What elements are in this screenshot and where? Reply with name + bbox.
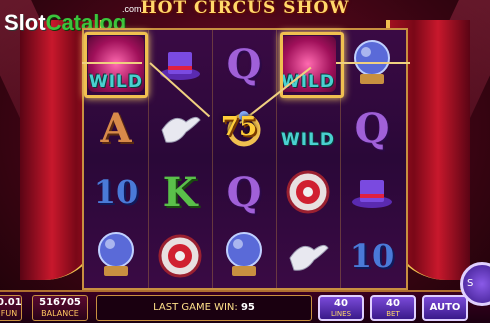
reel-5: Q 10	[340, 30, 404, 288]
bet-button[interactable]: 40 BET	[370, 295, 416, 321]
last-game-display: LAST GAME WIN: 95	[96, 295, 312, 321]
symbol-q: Q	[212, 160, 276, 224]
symbol-text: K	[162, 168, 198, 216]
crystal-ball-icon	[340, 32, 404, 96]
game-stage: HOT CIRCUS SHOW SlotCatalog .com WILD A …	[0, 0, 490, 323]
denomination-value: 0.01	[0, 297, 22, 308]
crystal-ball-icon	[84, 224, 148, 288]
lines-label: LINES	[330, 310, 352, 318]
symbol-k: K	[148, 160, 212, 224]
denomination-label: FUN	[0, 309, 18, 318]
symbol-10: 10	[84, 160, 148, 224]
reel-3: Q Q	[212, 30, 277, 288]
win-highlight-frame	[280, 32, 344, 98]
lines-button[interactable]: 40 LINES	[318, 295, 364, 321]
symbol-text: Q	[354, 104, 390, 152]
dove-icon	[276, 224, 340, 288]
lines-value: 40	[334, 298, 348, 309]
payline	[336, 62, 410, 64]
reel-area: WILD A 10 K Q Q WILD WILD Q 10	[82, 28, 408, 290]
bet-label: BET	[386, 310, 400, 318]
balance-label: BALANCE	[41, 309, 79, 318]
symbol-q: Q	[212, 32, 276, 96]
denomination-box[interactable]: 0.01 FUN	[0, 295, 22, 321]
bet-value: 40	[386, 298, 400, 309]
crystal-ball-icon	[212, 224, 276, 288]
symbol-text: Q	[226, 168, 262, 216]
target-icon	[276, 160, 340, 224]
watermark-com: .com	[122, 4, 142, 14]
win-amount: 75	[220, 112, 258, 142]
magic-hat-icon	[340, 160, 404, 224]
last-game-label: LAST GAME WIN:	[153, 302, 238, 313]
dove-icon	[148, 96, 212, 160]
symbol-10: 10	[340, 224, 404, 288]
symbol-q: Q	[340, 96, 404, 160]
balance-box: 516705 BALANCE	[32, 295, 88, 321]
symbol-text: A	[100, 104, 132, 152]
balance-value: 516705	[39, 297, 81, 308]
symbol-text: Q	[226, 40, 262, 88]
payline	[82, 62, 142, 64]
target-icon	[148, 224, 212, 288]
symbol-a: A	[84, 96, 148, 160]
symbol-text: 10	[349, 237, 395, 275]
game-title: HOT CIRCUS SHOW	[140, 0, 350, 18]
win-highlight-frame	[84, 32, 148, 98]
last-game-value: 95	[240, 302, 255, 313]
symbol-text: 10	[93, 173, 139, 211]
watermark-slot: Slot	[4, 10, 46, 35]
auto-button[interactable]: AUTO	[422, 295, 468, 321]
wild-symbol: WILD	[276, 96, 340, 160]
control-bar: 0.01 FUN 516705 BALANCE LAST GAME WIN: 9…	[0, 262, 490, 323]
wild-label: WILD	[280, 130, 336, 150]
magic-hat-icon	[148, 32, 212, 96]
